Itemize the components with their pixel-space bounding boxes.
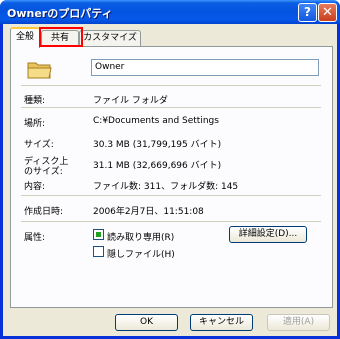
contents-value: ファイル数: 311、フォルダ数: 145 [93,182,239,192]
size-label: サイズ: [24,140,54,150]
help-icon: ? [304,5,311,19]
tab-general[interactable]: 全般 [10,27,40,48]
location-value: C:¥Documents and Settings [93,116,219,126]
cancel-button[interactable]: キャンセル [190,314,253,331]
window-title: Ownerのプロパティ [7,7,113,20]
close-button[interactable]: ✕ [318,3,337,22]
hidden-checkbox[interactable] [93,246,104,257]
created-label: 作成日時: [24,207,64,217]
folder-icon [27,62,52,79]
properties-window: Ownerのプロパティ ? ✕ 全般 共有 カスタマイズ Owner 種類: フ… [0,0,340,339]
general-tab-panel: Owner 種類: ファイル フォルダ 場所: C:¥Documents and… [10,46,333,308]
separator [21,221,321,222]
tab-customize[interactable]: カスタマイズ [79,30,141,46]
separator [21,107,321,108]
type-label: 種類: [24,96,46,106]
type-value: ファイル フォルダ [93,96,168,106]
contents-label: 内容: [24,182,46,192]
created-value: 2006年2月7日、11:51:08 [93,207,204,217]
sharing-tab-highlight [39,27,83,47]
ok-button[interactable]: OK [115,314,178,331]
advanced-button[interactable]: 詳細設定(D)... [229,226,307,243]
disk-size-label-line2: のサイズ: [24,167,63,177]
attributes-label: 属性: [24,233,46,243]
hidden-label[interactable]: 隠しファイル(H) [107,247,175,260]
readonly-label[interactable]: 読み取り専用(R) [107,230,174,243]
separator [21,195,321,196]
help-button[interactable]: ? [298,3,317,22]
location-label: 場所: [24,119,46,129]
disk-size-value: 31.1 MB (32,669,696 バイト) [93,161,222,171]
separator [21,85,321,86]
folder-name-input[interactable]: Owner [91,59,319,76]
title-bar: Ownerのプロパティ ? ✕ [0,0,340,24]
close-icon: ✕ [322,5,333,20]
readonly-checkbox[interactable] [93,229,104,240]
apply-button[interactable]: 適用(A) [267,314,330,331]
size-value: 30.3 MB (31,799,195 バイト) [93,140,222,150]
